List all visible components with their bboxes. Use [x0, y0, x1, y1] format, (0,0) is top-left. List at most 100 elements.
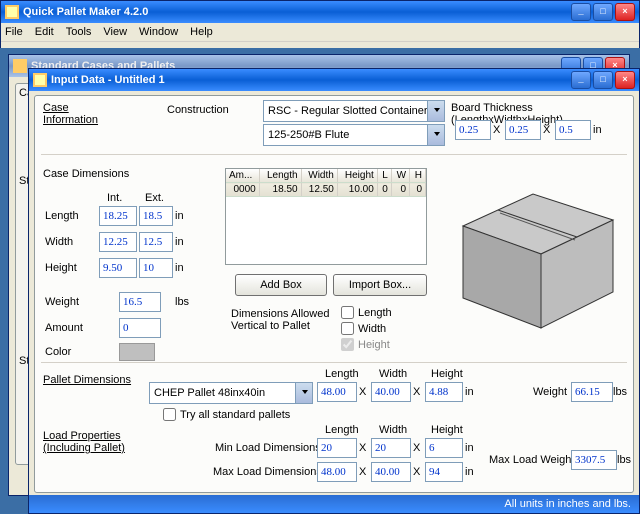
pallet-x2: X [413, 386, 420, 398]
pallet-weight-label: Weight [533, 386, 567, 398]
app-icon [5, 5, 19, 19]
maximize-button[interactable]: □ [593, 3, 613, 21]
construction-flute-value: 125-250#B Flute [268, 129, 349, 141]
menu-tools[interactable]: Tools [66, 26, 92, 38]
width-unit: in [175, 236, 184, 248]
construction-flute-select[interactable]: 125-250#B Flute [263, 124, 445, 146]
length-ext-input[interactable] [139, 206, 173, 226]
length-label: Length [45, 210, 79, 222]
status-bar: All units in inches and lbs. [29, 495, 639, 513]
input-minimize-button[interactable]: _ [571, 71, 591, 89]
pallet-select-value: CHEP Pallet 48inx40in [154, 387, 265, 399]
menu-view[interactable]: View [103, 26, 127, 38]
weight-label: Weight [45, 296, 79, 308]
box-preview [445, 168, 625, 348]
input-window-icon [33, 73, 47, 87]
bg-window-icon [13, 59, 27, 73]
input-close-button[interactable]: × [615, 71, 635, 89]
vert-height-check: Height [341, 338, 390, 351]
pallet-hgt-lbl: Height [431, 368, 463, 380]
min-length-input[interactable] [317, 438, 357, 458]
width-int-input[interactable] [99, 232, 137, 252]
color-label: Color [45, 346, 71, 358]
menu-help[interactable]: Help [190, 26, 213, 38]
vert-length-check[interactable]: Length [341, 306, 392, 319]
height-label: Height [45, 262, 77, 274]
board-length-input[interactable] [455, 120, 491, 140]
height-int-input[interactable] [99, 258, 137, 278]
max-load-weight-unit: lbs [617, 454, 631, 466]
board-height-input[interactable] [555, 120, 591, 140]
pallet-len-lbl: Length [325, 368, 359, 380]
board-x2: X [543, 124, 550, 136]
max-load-weight-input[interactable] [571, 450, 617, 470]
vert-width-check[interactable]: Width [341, 322, 386, 335]
construction-type-select[interactable]: RSC - Regular Slotted Container [263, 100, 445, 122]
max-length-input[interactable] [317, 462, 357, 482]
construction-type-value: RSC - Regular Slotted Container [268, 105, 428, 117]
minimize-button[interactable]: _ [571, 3, 591, 21]
pallet-weight-unit: lbs [613, 386, 627, 398]
pallet-select[interactable]: CHEP Pallet 48inx40in [149, 382, 313, 404]
min-width-input[interactable] [371, 438, 411, 458]
load-wid-lbl: Width [379, 424, 407, 436]
pallet-width-input[interactable] [371, 382, 411, 402]
board-width-input[interactable] [505, 120, 541, 140]
min-load-label: Min Load Dimensions [215, 442, 321, 454]
th-h[interactable]: H [410, 169, 426, 183]
th-l[interactable]: L [377, 169, 391, 183]
weight-unit: lbs [175, 296, 189, 308]
load-len-lbl: Length [325, 424, 359, 436]
pallet-dims-heading: Pallet Dimensions [43, 374, 131, 386]
length-unit: in [175, 210, 184, 222]
width-ext-input[interactable] [139, 232, 173, 252]
try-all-pallets-check[interactable]: Try all standard pallets [163, 408, 290, 421]
max-width-input[interactable] [371, 462, 411, 482]
case-info-heading: Case Information [43, 102, 98, 126]
min-height-input[interactable] [425, 438, 463, 458]
menu-file[interactable]: File [5, 26, 23, 38]
max-load-weight-label: Max Load Weight [489, 454, 574, 466]
int-hdr: Int. [107, 192, 122, 204]
max-height-input[interactable] [425, 462, 463, 482]
pallet-weight-input[interactable] [571, 382, 613, 402]
app-title: Quick Pallet Maker 4.2.0 [23, 6, 148, 18]
vertical-label: Dimensions Allowed Vertical to Pallet [231, 308, 329, 332]
load-props-heading: Load Properties (Including Pallet) [43, 430, 125, 454]
load-hgt-lbl: Height [431, 424, 463, 436]
menu-window[interactable]: Window [139, 26, 178, 38]
input-maximize-button[interactable]: □ [593, 71, 613, 89]
menubar: File Edit Tools View Window Help [1, 23, 639, 42]
pallet-length-input[interactable] [317, 382, 357, 402]
import-box-button[interactable]: Import Box... [333, 274, 427, 296]
amount-label: Amount [45, 322, 83, 334]
table-row[interactable]: 0000 18.50 12.50 10.00 0 0 0 [226, 183, 426, 197]
amount-input[interactable] [119, 318, 161, 338]
th-height[interactable]: Height [337, 169, 377, 183]
weight-input[interactable] [119, 292, 161, 312]
add-box-button[interactable]: Add Box [235, 274, 327, 296]
status-text: All units in inches and lbs. [504, 498, 631, 510]
height-ext-input[interactable] [139, 258, 173, 278]
pallet-height-input[interactable] [425, 382, 463, 402]
case-dims-heading: Case Dimensions [43, 168, 129, 180]
board-x1: X [493, 124, 500, 136]
height-unit: in [175, 262, 184, 274]
board-unit: in [593, 124, 602, 136]
pallet-wid-lbl: Width [379, 368, 407, 380]
box-table[interactable]: Am... Length Width Height L W H 0000 18.… [225, 168, 427, 265]
th-length[interactable]: Length [259, 169, 301, 183]
menu-edit[interactable]: Edit [35, 26, 54, 38]
max-load-label: Max Load Dimensions [213, 466, 322, 478]
close-button[interactable]: × [615, 3, 635, 21]
th-amount[interactable]: Am... [226, 169, 259, 183]
color-swatch[interactable] [119, 343, 155, 361]
width-label: Width [45, 236, 73, 248]
pallet-unit: in [465, 386, 474, 398]
ext-hdr: Ext. [145, 192, 164, 204]
length-int-input[interactable] [99, 206, 137, 226]
th-w[interactable]: W [391, 169, 409, 183]
construction-label: Construction [167, 104, 229, 116]
th-width[interactable]: Width [301, 169, 337, 183]
input-window-title: Input Data - Untitled 1 [51, 74, 165, 86]
